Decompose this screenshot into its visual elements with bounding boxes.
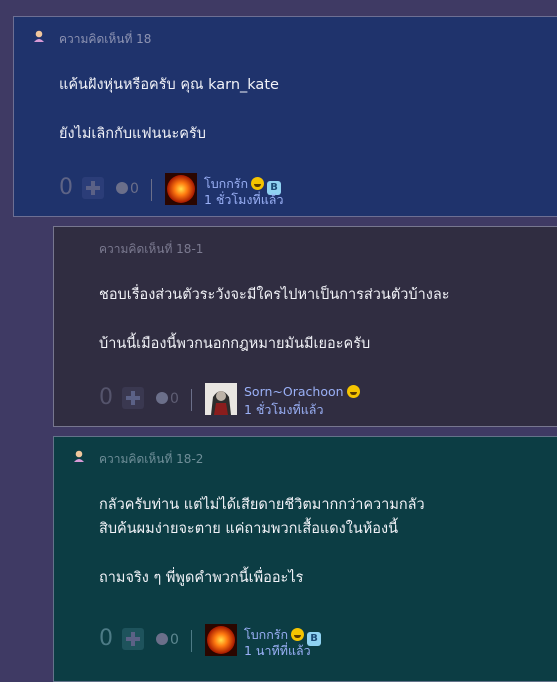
avatar[interactable] xyxy=(165,173,197,205)
avatar[interactable] xyxy=(205,624,237,656)
divider xyxy=(151,179,152,201)
comment-18-1: ความคิดเห็นที่ 18-1 ชอบเรื่องส่วนตัวระวั… xyxy=(53,226,557,427)
comment-18-2: ความคิดเห็นที่ 18-2 กลัวครับท่าน แต่ไม่ไ… xyxy=(53,436,557,682)
comment-line: ยังไม่เลิกกับแฟนนะครับ xyxy=(59,126,206,142)
comment-line: แค้นฝังหุ่นหรือครับ คุณ karn_kate xyxy=(59,77,279,93)
comment-line: บ้านนี้เมืองนี้พวกนอกกฎหมายมันมีเยอะครับ xyxy=(99,336,371,352)
comment-line: สิบค้นผมง่ายจะตาย แค่ถามพวกเสื้อแดงในห้อ… xyxy=(99,521,398,537)
plus-icon[interactable] xyxy=(122,628,144,650)
avatar[interactable] xyxy=(205,383,237,415)
emotion-count: 0 xyxy=(170,391,179,407)
comment-header: ความคิดเห็นที่ 18 xyxy=(59,32,152,46)
user-icon xyxy=(74,450,84,462)
comment-body: กลัวครับท่าน แต่ไม่ได้เสียดายชีวิตมากกว่… xyxy=(99,493,425,590)
comment-18: ความคิดเห็นที่ 18 แค้นฝังหุ่นหรือครับ คุ… xyxy=(13,16,557,217)
comment-header: ความคิดเห็นที่ 18-1 xyxy=(99,242,204,256)
vote-count: 0 xyxy=(99,626,113,651)
emotion-counter[interactable]: 0 xyxy=(156,391,179,407)
grin-emoticon xyxy=(346,385,360,398)
username[interactable]: Sorn~Orachoon xyxy=(244,384,344,399)
timestamp: 1 ชั่วโมงที่แล้ว xyxy=(244,402,324,417)
comment-line: ชอบเรื่องส่วนตัวระวังจะมีใครไปหาเป็นการส… xyxy=(99,287,450,303)
divider xyxy=(191,389,192,411)
grin-emoticon xyxy=(251,177,265,190)
comment-line: ถามจริง ๆ พี่พูดคำพวกนี้เพื่ออะไร xyxy=(99,570,304,586)
emotion-count: 0 xyxy=(170,632,179,648)
emotion-counter[interactable]: 0 xyxy=(116,181,139,197)
emotion-counter[interactable]: 0 xyxy=(156,632,179,648)
plus-icon[interactable] xyxy=(82,177,104,199)
vote-count: 0 xyxy=(99,385,113,410)
sad-face-icon xyxy=(116,182,128,194)
user-icon xyxy=(34,30,44,42)
sad-face-icon xyxy=(156,392,168,404)
comment-header: ความคิดเห็นที่ 18-2 xyxy=(99,452,204,466)
comment-body: ชอบเรื่องส่วนตัวระวังจะมีใครไปหาเป็นการส… xyxy=(99,283,450,356)
sad-face-icon xyxy=(156,633,168,645)
comment-line: กลัวครับท่าน แต่ไม่ได้เสียดายชีวิตมากกว่… xyxy=(99,497,425,513)
timestamp: 1 นาทีที่แล้ว xyxy=(244,643,311,658)
grin-emoticon xyxy=(291,628,305,641)
username-link[interactable]: Sorn~Orachoon xyxy=(244,384,360,399)
username[interactable]: โบกกรัก xyxy=(244,627,288,642)
comment-body: แค้นฝังหุ่นหรือครับ คุณ karn_kate ยังไม่… xyxy=(59,73,279,146)
username[interactable]: โบกกรัก xyxy=(204,176,248,191)
emotion-count: 0 xyxy=(130,181,139,197)
divider xyxy=(191,630,192,652)
vote-count: 0 xyxy=(59,175,73,200)
plus-icon[interactable] xyxy=(122,387,144,409)
timestamp: 1 ชั่วโมงที่แล้ว xyxy=(204,192,284,207)
